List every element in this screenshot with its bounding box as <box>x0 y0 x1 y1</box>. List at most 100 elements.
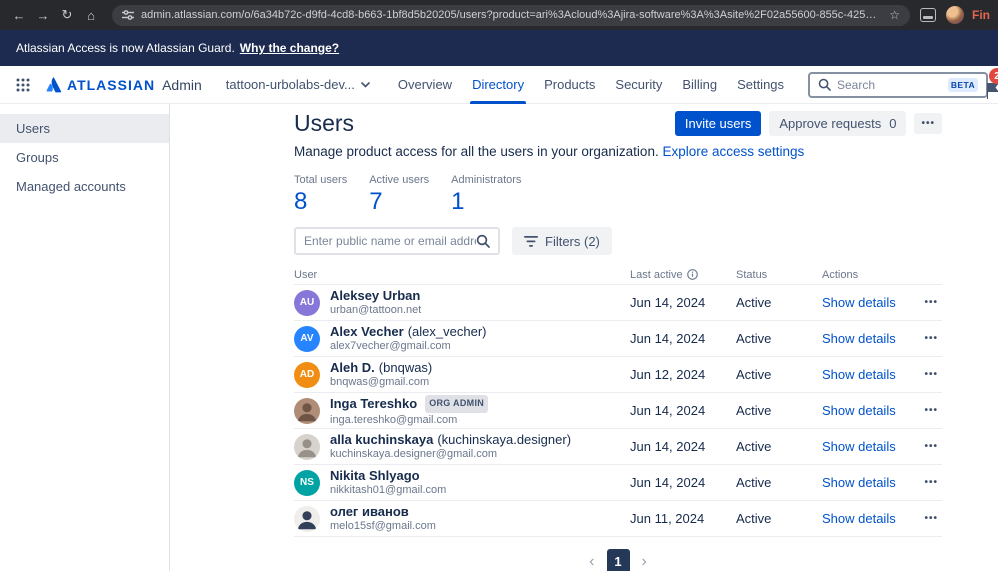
invite-users-button[interactable]: Invite users <box>675 111 761 136</box>
browser-profile-avatar[interactable] <box>946 6 964 24</box>
col-last-active: Last active <box>630 269 736 281</box>
user-cell[interactable]: NS Nikita Shlyago nikkitash01@gmail.com <box>294 468 630 497</box>
row-more-icon[interactable]: ••• <box>924 405 938 416</box>
user-search-field[interactable] <box>294 227 500 255</box>
forward-icon[interactable]: → <box>32 4 54 26</box>
user-cell[interactable]: alla kuchinskaya (kuchinskaya.designer) … <box>294 432 630 461</box>
bookmark-star-icon[interactable]: ☆ <box>889 8 900 22</box>
org-admin-badge: ORG ADMIN <box>425 395 488 413</box>
show-details-link[interactable]: Show details <box>822 403 896 418</box>
stat-administrators: Administrators 1 <box>451 174 521 215</box>
info-icon[interactable] <box>687 269 698 280</box>
stat-value[interactable]: 1 <box>451 188 521 215</box>
stat-total-users: Total users 8 <box>294 174 347 215</box>
table-row: AV Alex Vecher (alex_vecher) alex7vecher… <box>294 321 942 357</box>
show-details-link[interactable]: Show details <box>822 511 896 526</box>
approve-requests-button[interactable]: Approve requests 0 <box>769 111 906 136</box>
stat-value[interactable]: 7 <box>369 188 429 215</box>
product-name: Admin <box>162 77 202 93</box>
user-username: (bnqwas) <box>379 360 432 375</box>
row-more-icon[interactable]: ••• <box>924 477 938 488</box>
header-search-input[interactable] <box>837 78 942 92</box>
user-avatar-photo <box>294 506 320 532</box>
nav-overview[interactable]: Overview <box>388 66 462 104</box>
explore-access-settings-link[interactable]: Explore access settings <box>662 144 804 159</box>
table-row: олег иванов melo15sf@gmail.com Jun 11, 2… <box>294 501 942 537</box>
app-switcher-icon[interactable] <box>10 72 36 98</box>
user-search-input[interactable] <box>304 234 476 248</box>
user-cell[interactable]: AV Alex Vecher (alex_vecher) alex7vecher… <box>294 324 630 353</box>
org-selector[interactable]: tattoon-urbolabs-dev... <box>226 77 370 92</box>
main-content: Users Invite users Approve requests 0 ••… <box>170 104 998 571</box>
nav-settings[interactable]: Settings <box>727 66 794 104</box>
sidebar-item-groups[interactable]: Groups <box>0 143 169 172</box>
person-silhouette-icon <box>294 398 320 424</box>
row-more-icon[interactable]: ••• <box>924 333 938 344</box>
page-title: Users <box>294 110 354 136</box>
sidebar-item-users[interactable]: Users <box>0 114 169 143</box>
table-row: AU Aleksey Urban urban@tattoon.net Jun 1… <box>294 285 942 321</box>
approve-requests-count: 0 <box>889 116 896 131</box>
approve-requests-label: Approve requests <box>779 116 881 131</box>
table-header-row: User Last active Status Actions <box>294 265 942 285</box>
description-text: Manage product access for all the users … <box>294 144 659 159</box>
current-page-button[interactable]: 1 <box>607 549 630 571</box>
next-page-icon[interactable]: › <box>642 554 647 570</box>
show-details-link[interactable]: Show details <box>822 475 896 490</box>
user-cell[interactable]: AU Aleksey Urban urban@tattoon.net <box>294 288 630 317</box>
filters-label: Filters (2) <box>545 234 600 249</box>
last-active-value: Jun 14, 2024 <box>630 475 736 490</box>
sidebar-item-managed-accounts[interactable]: Managed accounts <box>0 172 169 201</box>
row-more-icon[interactable]: ••• <box>924 369 938 380</box>
user-cell[interactable]: AD Aleh D. (bnqwas) bnqwas@gmail.com <box>294 360 630 389</box>
user-avatar: AV <box>294 326 320 352</box>
stats-row: Total users 8 Active users 7 Administrat… <box>294 174 942 215</box>
row-more-icon[interactable]: ••• <box>924 297 938 308</box>
last-active-value: Jun 14, 2024 <box>630 295 736 310</box>
guard-banner-link[interactable]: Why the change? <box>240 41 339 55</box>
col-user: User <box>294 269 630 281</box>
show-details-link[interactable]: Show details <box>822 331 896 346</box>
user-email: urban@tattoon.net <box>330 304 421 317</box>
search-icon <box>818 78 831 91</box>
browser-extension-icon[interactable] <box>920 8 936 22</box>
last-active-value: Jun 14, 2024 <box>630 331 736 346</box>
stat-value[interactable]: 8 <box>294 188 347 215</box>
row-more-icon[interactable]: ••• <box>924 513 938 524</box>
col-status: Status <box>736 269 822 281</box>
show-details-link[interactable]: Show details <box>822 439 896 454</box>
user-cell[interactable]: Inga Tereshko ORG ADMIN inga.tereshko@gm… <box>294 395 630 427</box>
status-value: Active <box>736 511 822 526</box>
pagination: ‹ 1 › <box>294 549 942 571</box>
nav-directory[interactable]: Directory <box>462 66 534 104</box>
prev-page-icon[interactable]: ‹ <box>589 554 594 570</box>
show-details-link[interactable]: Show details <box>822 367 896 382</box>
header-search[interactable]: BETA <box>808 72 988 98</box>
filters-button[interactable]: Filters (2) <box>512 227 612 255</box>
user-name: Aleh D. <box>330 360 375 375</box>
users-table: User Last active Status Actions <box>294 265 942 537</box>
reload-icon[interactable]: ↻ <box>56 4 78 26</box>
show-details-link[interactable]: Show details <box>822 295 896 310</box>
more-options-button[interactable]: ••• <box>914 113 942 134</box>
title-actions: Invite users Approve requests 0 ••• <box>675 111 942 136</box>
site-settings-icon[interactable] <box>122 9 134 21</box>
nav-products[interactable]: Products <box>534 66 605 104</box>
search-filter-row: Filters (2) <box>294 227 942 255</box>
nav-security[interactable]: Security <box>605 66 672 104</box>
row-more-icon[interactable]: ••• <box>924 441 938 452</box>
atlassian-mark-icon <box>44 75 63 94</box>
home-icon[interactable]: ⌂ <box>80 4 102 26</box>
status-value: Active <box>736 439 822 454</box>
org-selector-label: tattoon-urbolabs-dev... <box>226 77 355 92</box>
nav-billing[interactable]: Billing <box>672 66 727 104</box>
table-row: alla kuchinskaya (kuchinskaya.designer) … <box>294 429 942 465</box>
back-icon[interactable]: ← <box>8 4 30 26</box>
browser-profile-name[interactable]: Fin <box>972 8 990 22</box>
user-cell[interactable]: олег иванов melo15sf@gmail.com <box>294 504 630 533</box>
user-name: alla kuchinskaya <box>330 432 433 447</box>
user-email: kuchinskaya.designer@gmail.com <box>330 448 571 461</box>
user-email: melo15sf@gmail.com <box>330 520 436 533</box>
notifications-button[interactable]: 2 <box>971 68 998 104</box>
address-bar[interactable]: admin.atlassian.com/o/6a34b72c-d9fd-4cd8… <box>112 5 910 26</box>
